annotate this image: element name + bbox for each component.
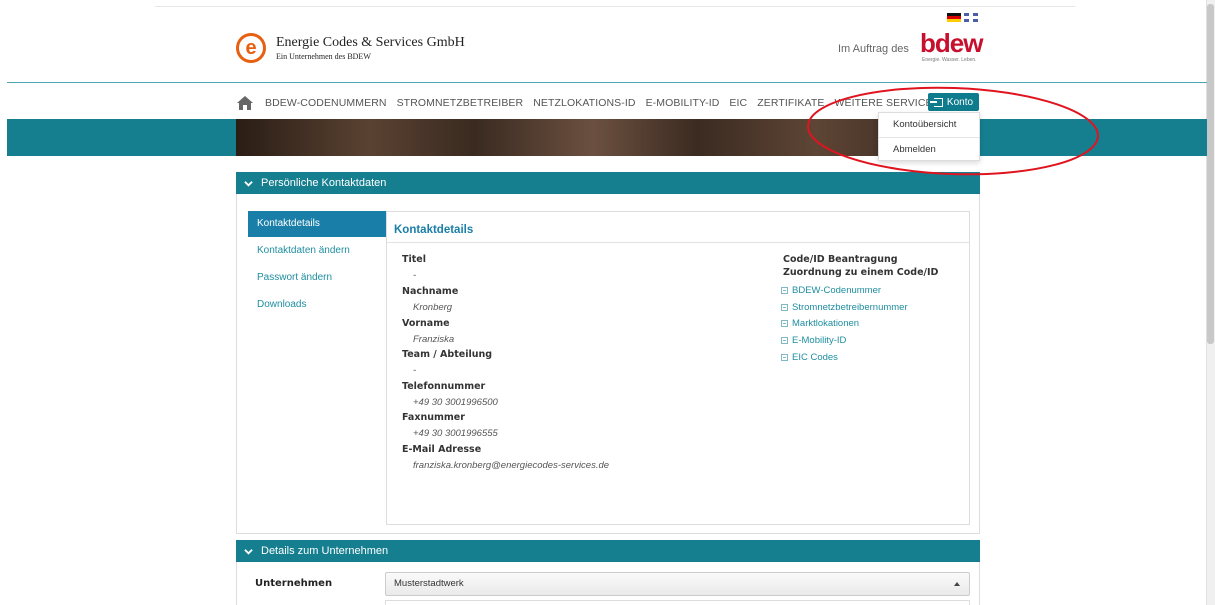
auftrag-text: Im Auftrag des [838,43,909,55]
top-border [155,6,1075,7]
company-name: Energie Codes & Services GmbH [276,35,465,50]
logo-text: Energie Codes & Services GmbH Ein Untern… [276,35,465,61]
nav-item-weitere-services-label: WEITERE SERVICES [834,97,940,109]
nav-item-zertifikate[interactable]: ZERTIFIKATE [757,97,824,109]
expand-icon [781,320,788,327]
flag-uk-icon[interactable] [964,13,978,22]
nav-item-stromnetzbetreiber[interactable]: STROMNETZBETREIBER [397,97,524,109]
code-link-label: Marktlokationen [792,318,860,329]
bdew-wordmark: bdew [920,28,983,58]
panel-title-personal: Persönliche Kontaktdaten [261,177,387,189]
field-value-fax: +49 30 3001996555 [413,428,498,439]
code-link-label: Stromnetzbetreibernummer [792,302,908,313]
side-nav-passwort-aendern[interactable]: Passwort ändern [248,264,386,291]
side-nav-downloads[interactable]: Downloads [248,291,386,318]
field-label-nachname: Nachname [402,286,459,297]
language-switcher [947,13,978,22]
field-label-fax: Faxnummer [402,412,465,423]
panel-header-company[interactable]: Details zum Unternehmen [236,540,980,562]
banner-image [236,119,980,156]
field-label-team: Team / Abteilung [402,349,493,360]
code-heading-zuordnung: Zuordnung zu einem Code/ID [783,267,939,278]
expand-icon [781,354,788,361]
unternehmen-value: Musterstadtwerk [394,578,464,589]
expand-icon [781,287,788,294]
unternehmen-next-field[interactable] [385,600,970,605]
nav-item-eic[interactable]: EIC [729,97,747,109]
field-value-telefon: +49 30 3001996500 [413,397,498,408]
panel-header-personal[interactable]: Persönliche Kontaktdaten [236,172,980,194]
code-heading-beantragung: Code/ID Beantragung [783,254,898,265]
side-nav-kontaktdetails[interactable]: Kontaktdetails [248,211,386,237]
field-label-telefon: Telefonnummer [402,381,486,392]
expand-icon [781,304,788,311]
konto-button[interactable]: Konto [928,93,979,111]
main-nav: BDEW-CODENUMMERN STROMNETZBETREIBER NETZ… [236,94,960,112]
content-divider [387,242,969,243]
code-link-marktlokationen[interactable]: Marktlokationen [781,318,859,329]
code-link-label: EIC Codes [792,352,838,363]
menu-item-kontouebersicht[interactable]: Kontoübersicht [879,113,979,137]
home-icon[interactable] [236,95,254,111]
code-link-label: E-Mobility-ID [792,335,847,346]
field-label-titel: Titel [402,254,426,265]
scrollbar[interactable] [1206,0,1215,605]
company-logo[interactable]: e Energie Codes & Services GmbH Ein Unte… [236,33,465,63]
field-value-nachname: Kronberg [413,302,453,313]
konto-dropdown-menu: Kontoübersicht Abmelden [878,112,980,161]
chevron-down-icon [244,180,253,187]
field-value-email: franziska.kronberg@energiecodes-services… [413,460,610,471]
nav-item-bdew-codenummern[interactable]: BDEW-CODENUMMERN [265,97,387,109]
field-value-vorname: Franziska [413,334,455,345]
company-subtitle: Ein Unternehmen des BDEW [276,52,371,61]
side-nav-kontaktdaten-aendern[interactable]: Kontaktdaten ändern [248,237,386,264]
field-label-vorname: Vorname [402,318,450,329]
account-side-nav: Kontaktdetails Kontaktdaten ändern Passw… [248,211,386,318]
code-link-e-mobility-id[interactable]: E-Mobility-ID [781,335,846,346]
bdew-logo[interactable]: bdew Energie. Wasser. Leben. [920,28,983,63]
scrollbar-thumb[interactable] [1207,4,1214,344]
content-title: Kontaktdetails [394,224,474,236]
header-divider [7,82,1207,83]
contact-details-card: Kontaktdetails Titel - Nachname Kronberg… [386,211,970,525]
expand-icon [781,337,788,344]
unternehmen-select[interactable]: Musterstadtwerk [385,572,970,596]
logo-e-icon: e [236,33,266,63]
code-link-eic-codes[interactable]: EIC Codes [781,352,838,363]
caret-up-icon [954,582,960,586]
field-value-titel: - [413,270,417,281]
nav-item-e-mobility-id[interactable]: E-MOBILITY-ID [646,97,720,109]
flag-de-icon[interactable] [947,13,961,22]
konto-label: Konto [946,96,974,108]
code-link-bdew-codenummer[interactable]: BDEW-Codenummer [781,285,881,296]
menu-item-abmelden[interactable]: Abmelden [879,138,979,162]
unternehmen-label: Unternehmen [255,578,333,589]
field-label-email: E-Mail Adresse [402,444,482,455]
field-value-team: - [413,365,417,376]
nav-item-netzlokations-id[interactable]: NETZLOKATIONS-ID [533,97,635,109]
chevron-down-icon [244,548,253,555]
bdew-tagline: Energie. Wasser. Leben. [922,57,977,63]
code-link-stromnetzbetreibernummer[interactable]: Stromnetzbetreibernummer [781,302,908,313]
code-link-label: BDEW-Codenummer [792,285,882,296]
panel-title-company: Details zum Unternehmen [261,545,389,557]
sign-in-icon [929,97,943,107]
